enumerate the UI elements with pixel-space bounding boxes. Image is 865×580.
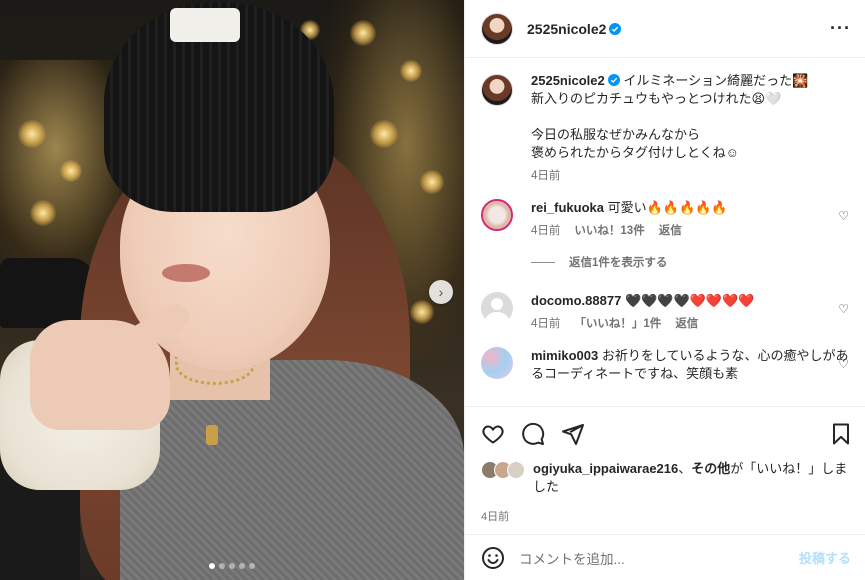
bokeh-light — [370, 120, 398, 148]
author-avatar[interactable] — [481, 12, 513, 45]
comment-item: docomo.88877 🖤🖤🖤🖤❤️❤️❤️❤️ 4日前 「いいね！」1件 返… — [481, 292, 849, 333]
carousel-next-button[interactable]: › — [429, 280, 453, 304]
comment-time[interactable]: 4日前 — [531, 315, 560, 333]
share-send-icon[interactable] — [561, 422, 585, 446]
beanie-logo — [170, 8, 240, 42]
comment-username[interactable]: mimiko003 — [531, 348, 598, 363]
comment-bubble-icon[interactable] — [521, 422, 545, 446]
bokeh-light — [420, 170, 444, 194]
view-replies-label: 返信1件を表示する — [569, 257, 668, 269]
verified-badge-icon — [607, 74, 620, 86]
author-username[interactable]: 2525nicole2 — [527, 21, 606, 37]
comment-item: mimiko003 お祈りをしているような、心の癒やしがあるコーディネートですね… — [481, 347, 849, 383]
comment-username[interactable]: rei_fukuoka — [531, 200, 604, 215]
post-photo[interactable]: › — [0, 0, 464, 580]
post-header: 2525nicole2 ··· — [465, 0, 865, 58]
post-timestamp[interactable]: 4日前 — [465, 496, 865, 534]
like-heart-icon[interactable] — [481, 422, 505, 446]
comment-like-heart-icon[interactable]: ♡ — [838, 357, 849, 371]
comments-list[interactable]: 2525nicole2 イルミネーション綺麗だった🎇 新入りのピカチュウもやっと… — [465, 58, 865, 406]
likes-others-link[interactable]: その他 — [691, 461, 730, 476]
likes-text: ogiyuka_ippaiwarae216、その他が「いいね！」しました — [533, 460, 849, 496]
reply-button[interactable]: 返信 — [659, 222, 682, 240]
verified-badge-icon — [609, 22, 622, 35]
emoji-icon[interactable] — [481, 546, 505, 570]
caption-username[interactable]: 2525nicole2 — [531, 73, 605, 88]
bokeh-light — [30, 200, 56, 226]
chevron-right-icon: › — [438, 284, 444, 300]
bookmark-icon[interactable] — [829, 422, 853, 446]
caption-time[interactable]: 4日前 — [531, 167, 560, 185]
carousel-dot — [219, 563, 225, 569]
comment-like-heart-icon[interactable]: ♡ — [838, 302, 849, 316]
bokeh-light — [60, 160, 82, 182]
commenter-avatar[interactable] — [481, 199, 513, 231]
bokeh-light — [350, 20, 376, 46]
caption-text-block: 2525nicole2 イルミネーション綺麗だった🎇 新入りのピカチュウもやっと… — [531, 73, 808, 160]
comment-composer: コメントを追加... 投稿する — [465, 534, 865, 580]
liker-avatars — [481, 461, 525, 479]
caption: 2525nicole2 イルミネーション綺麗だった🎇 新入りのピカチュウもやっと… — [481, 72, 849, 185]
reply-button[interactable]: 返信 — [675, 315, 698, 333]
view-replies-button[interactable]: 返信1件を表示する — [531, 254, 849, 270]
liker-avatar[interactable] — [507, 461, 525, 479]
comment-username[interactable]: docomo.88877 — [531, 293, 621, 308]
bokeh-light — [18, 120, 46, 148]
carousel-dot — [229, 563, 235, 569]
comment-likes[interactable]: いいね！13件 — [574, 222, 644, 240]
commenter-avatar[interactable] — [481, 347, 513, 379]
post-comment-button[interactable]: 投稿する — [799, 548, 851, 567]
more-horizontal-icon[interactable]: ··· — [830, 18, 851, 39]
comment-text: 🖤🖤🖤🖤❤️❤️❤️❤️ — [624, 293, 755, 308]
pikachu-pendant — [206, 425, 218, 445]
carousel-indicator — [0, 563, 464, 569]
carousel-dot — [249, 563, 255, 569]
post-viewer: › 2525nicole2 ··· 2525nicole2 イルミネーション綺麗… — [0, 0, 865, 580]
likes-summary: ogiyuka_ippaiwarae216、その他が「いいね！」しました — [465, 460, 865, 496]
comment-meta: 4日前 「いいね！」1件 返信 — [531, 315, 849, 333]
comment-item: rei_fukuoka 可愛い🔥🔥🔥🔥🔥 4日前 いいね！13件 返信 ♡ — [481, 199, 849, 240]
lips — [162, 264, 210, 282]
post-side-panel: 2525nicole2 ··· 2525nicole2 イルミネーション綺麗だっ… — [464, 0, 865, 580]
comment-like-heart-icon[interactable]: ♡ — [838, 209, 849, 223]
comment-text: 可愛い🔥🔥🔥🔥🔥 — [607, 200, 728, 215]
bokeh-light — [400, 60, 422, 82]
comment-input[interactable]: コメントを追加... — [519, 548, 799, 568]
comment-time[interactable]: 4日前 — [531, 222, 560, 240]
liker-username[interactable]: ogiyuka_ippaiwarae216 — [533, 461, 678, 476]
carousel-dot — [239, 563, 245, 569]
action-bar — [465, 406, 865, 460]
comment-meta: 4日前 いいね！13件 返信 — [531, 222, 849, 240]
comment-likes[interactable]: 「いいね！」1件 — [574, 315, 661, 333]
replies-divider — [531, 261, 555, 263]
bokeh-light — [410, 300, 434, 324]
commenter-avatar[interactable] — [481, 292, 513, 324]
carousel-dot-active — [209, 563, 215, 569]
likes-separator: 、 — [678, 461, 692, 476]
author-avatar[interactable] — [481, 74, 513, 106]
caption-meta: 4日前 — [531, 167, 849, 185]
